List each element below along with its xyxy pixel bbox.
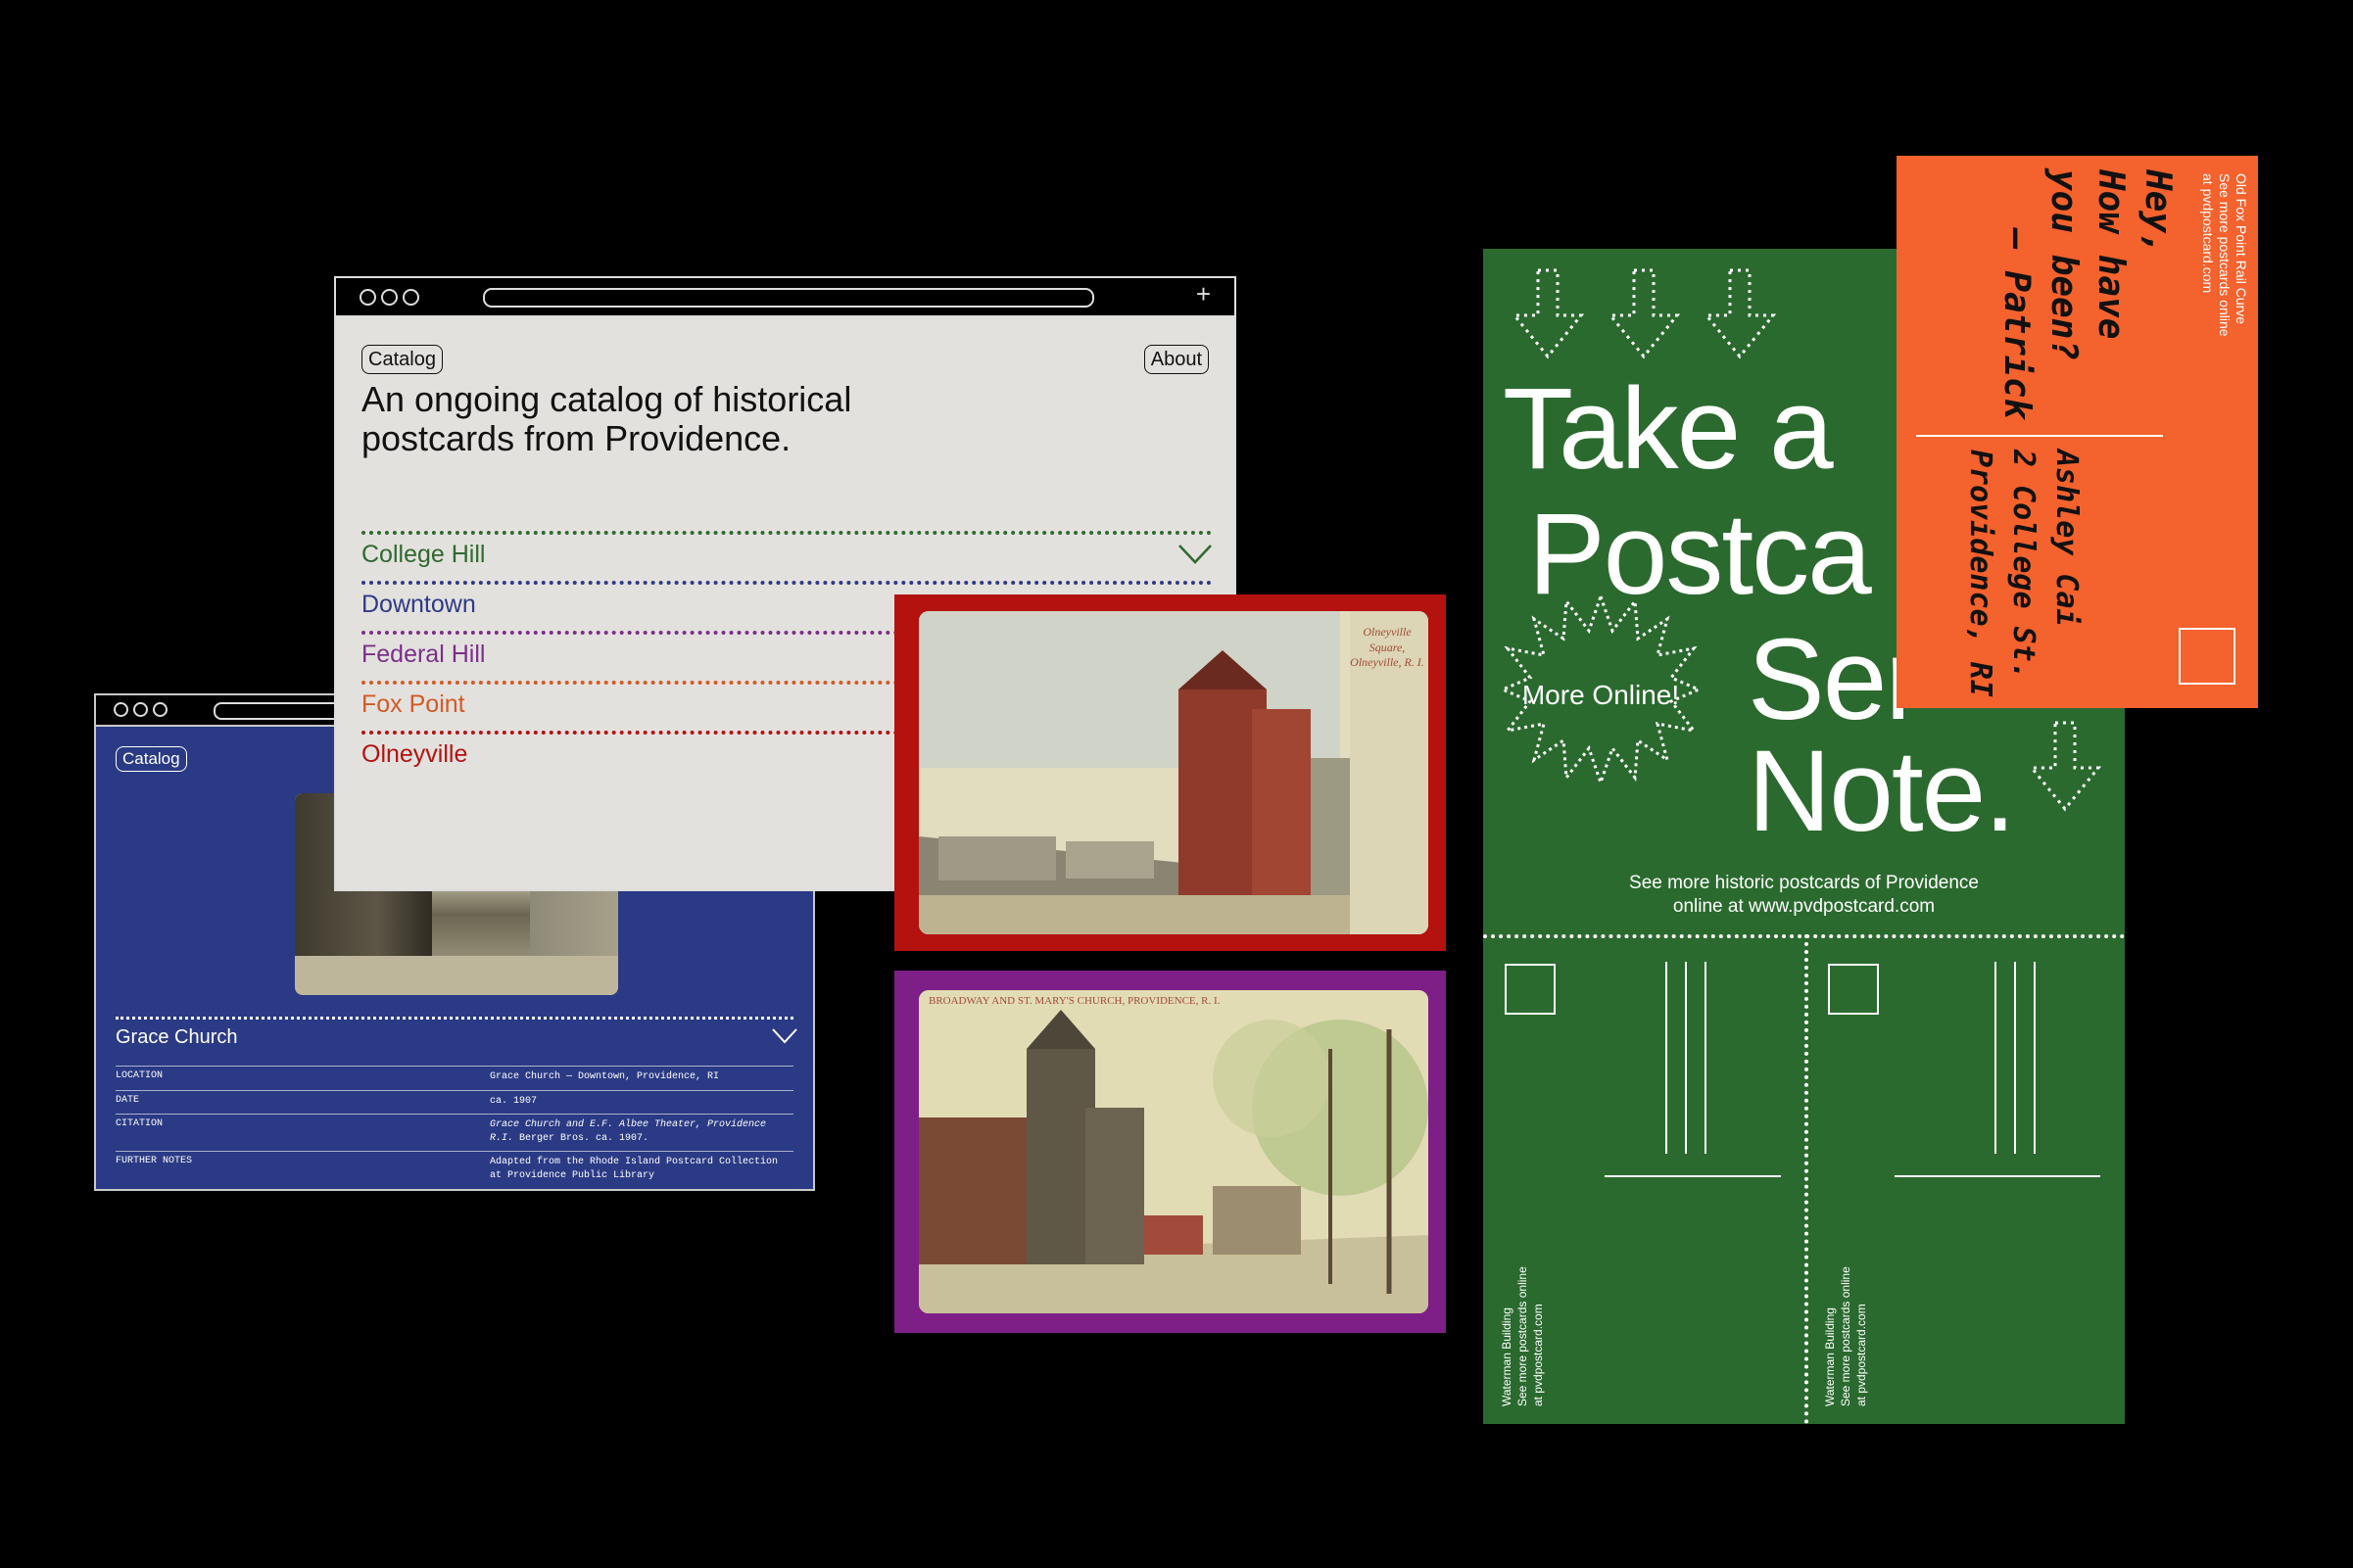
arrow-down-icon [1511,268,1585,359]
table-row: DATE ca. 1907 [116,1089,793,1115]
handwritten-address: Ashley Cai 2 College St. Providence, RI [1963,450,2084,697]
handwritten-message: Hey, How have you been? – Patrick [1996,169,2178,420]
address-bar[interactable] [483,288,1094,308]
postcard-caption: BROADWAY AND ST. MARY'S CHURCH, PROVIDEN… [929,995,1221,1007]
divider [1705,962,1706,1154]
window-controls[interactable] [360,289,419,306]
table-row: CITATION Grace Church and E.F. Albee The… [116,1114,793,1151]
divider [1665,962,1667,1154]
chevron-down-icon[interactable] [1178,545,1212,564]
arrow-down-icon [1703,268,1777,359]
page-title: An ongoing catalog of historical postcar… [361,379,852,458]
arrow-down-icon [1607,268,1681,359]
side-text: Waterman Building See more postcards onl… [1500,1266,1545,1406]
divider [1916,435,2163,437]
postcard-image: BROADWAY AND ST. MARY'S CHURCH, PROVIDEN… [919,990,1428,1313]
postcard-image: Olneyville Square, Olneyville, R. I. [919,611,1428,934]
chevron-down-icon[interactable] [772,1028,797,1044]
card-info: Old Fox Point Rail Curve See more postca… [2200,173,2249,337]
window-controls[interactable] [114,702,168,717]
handwritten-postcard: Old Fox Point Rail Curve See more postca… [1897,156,2258,708]
arrow-down-icon [2028,721,2102,812]
divider [1685,962,1687,1154]
stamp-box [1828,964,1879,1015]
new-tab-icon[interactable]: + [1196,281,1211,307]
divider [1994,962,1996,1154]
address-line [1605,1175,1781,1177]
divider [2034,962,2036,1154]
metadata-table: LOCATION Grace Church — Downtown, Provid… [116,1066,793,1188]
perforation-line [1804,934,1808,1424]
address-line [1895,1175,2100,1177]
entry-title: Grace Church [116,1026,238,1048]
table-row: FURTHER NOTES Adapted from the Rhode Isl… [116,1151,793,1188]
catalog-button[interactable]: Catalog [361,345,443,374]
divider [116,1017,793,1020]
side-text: Waterman Building See more postcards onl… [1823,1266,1868,1406]
browser-bar: + [336,278,1234,317]
table-row: LOCATION Grace Church — Downtown, Provid… [116,1066,793,1090]
postcard-caption: Olneyville Square, Olneyville, R. I. [1350,625,1424,670]
badge-text[interactable]: More Online! [1503,680,1699,711]
about-button[interactable]: About [1143,345,1209,374]
category-college-hill[interactable]: College Hill [361,531,1212,569]
footer-text: See more historic postcards of Providenc… [1629,873,1979,917]
catalog-button[interactable]: Catalog [116,746,187,773]
postcard-olneyville[interactable]: Olneyville Square, Olneyville, R. I. [894,594,1446,951]
divider [2014,962,2016,1154]
stamp-box [1505,964,1556,1015]
postcard-broadway[interactable]: BROADWAY AND ST. MARY'S CHURCH, PROVIDEN… [894,971,1446,1333]
stamp-box [2179,628,2235,685]
